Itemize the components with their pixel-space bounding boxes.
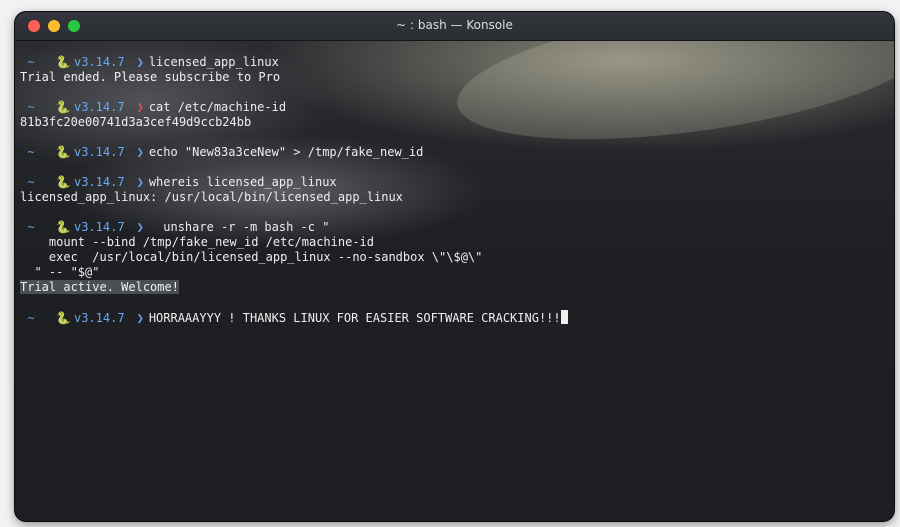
output-line: exec /usr/local/bin/licensed_app_linux -… <box>20 250 568 265</box>
prompt-arrow-icon: ❯ <box>136 175 144 189</box>
python-version: v3.14.7 <box>74 55 125 69</box>
python-version: v3.14.7 <box>74 175 125 189</box>
output-text: Trial ended. Please subscribe to Pro <box>20 70 281 84</box>
python-snake-icon: 🐍 <box>55 100 71 114</box>
command-text: cat /etc/machine-id <box>148 100 287 114</box>
output-line-selected: Trial active. Welcome! <box>20 280 568 295</box>
output-text: licensed_app_linux: /usr/local/bin/licen… <box>20 190 403 204</box>
prompt-dir: ~ <box>27 175 35 189</box>
selected-output-text[interactable]: Trial active. Welcome! <box>20 280 179 294</box>
prompt-dir: ~ <box>27 220 35 234</box>
command-text: echo "New83a3ceNew" > /tmp/fake_new_id <box>148 145 424 159</box>
terminal-area[interactable]: ~ 🐍 v3.14.7 ❯ licensed_app_linux Trial ended.… <box>15 41 894 521</box>
prompt-line: ~ 🐍 v3.14.7 ❯ unshare -r -m bash -c " <box>20 220 568 235</box>
command-text: licensed_app_linux <box>148 55 279 69</box>
output-line: licensed_app_linux: /usr/local/bin/licen… <box>20 190 568 205</box>
python-version: v3.14.7 <box>74 145 125 159</box>
output-text: 81b3fc20e00741d3a3cef49d9ccb24bb <box>20 115 252 129</box>
prompt-arrow-icon: ❯ <box>136 55 144 69</box>
prompt-arrow-icon: ❯ <box>136 311 144 325</box>
prompt-line: ~ 🐍 v3.14.7 ❯ echo "New83a3ceNew" > /tmp/fak… <box>20 145 568 160</box>
prompt-line: ~ 🐍 v3.14.7 ❯ licensed_app_linux <box>20 55 568 70</box>
title-bar[interactable]: ~ : bash — Konsole <box>15 12 894 41</box>
python-snake-icon: 🐍 <box>55 55 71 69</box>
prompt-line: ~ 🐍 v3.14.7 ❯ cat /etc/machine-id <box>20 100 568 115</box>
prompt-dir: ~ <box>27 100 35 114</box>
python-snake-icon: 🐍 <box>55 220 71 234</box>
output-line: mount --bind /tmp/fake_new_id /etc/machi… <box>20 235 568 250</box>
text-cursor <box>560 310 568 324</box>
output-text: " -- "$@" <box>20 265 100 279</box>
python-version: v3.14.7 <box>74 311 125 325</box>
window-title: ~ : bash — Konsole <box>396 18 513 32</box>
prompt-arrow-icon: ❯ <box>136 220 144 234</box>
output-text: exec /usr/local/bin/licensed_app_linux -… <box>20 250 483 264</box>
command-text: whereis licensed_app_linux <box>148 175 337 189</box>
output-line: Trial ended. Please subscribe to Pro <box>20 70 568 85</box>
python-snake-icon: 🐍 <box>55 175 71 189</box>
output-line: 81b3fc20e00741d3a3cef49d9ccb24bb <box>20 115 568 130</box>
python-version: v3.14.7 <box>74 100 125 114</box>
prompt-line: ~ 🐍 v3.14.7 ❯ whereis licensed_app_linux <box>20 175 568 190</box>
command-text: unshare -r -m bash -c " <box>148 220 330 234</box>
prompt-dir: ~ <box>27 311 35 325</box>
prompt-arrow-icon: ❯ <box>136 145 144 159</box>
prompt-arrow-error-icon: ❯ <box>136 100 144 114</box>
prompt-dir: ~ <box>27 55 35 69</box>
python-snake-icon: 🐍 <box>55 311 71 325</box>
prompt-dir: ~ <box>27 145 35 159</box>
python-snake-icon: 🐍 <box>55 145 71 159</box>
command-text: HORRAAAYYY ! THANKS LINUX FOR EASIER SOF… <box>148 311 561 325</box>
konsole-window: ~ : bash — Konsole ~ 🐍 v3.14.7 ❯ licensed_ap… <box>15 12 894 521</box>
prompt-line: ~ 🐍 v3.14.7 ❯ HORRAAAYYY ! THANKS LINUX FOR … <box>20 310 568 325</box>
python-version: v3.14.7 <box>74 220 125 234</box>
output-text: mount --bind /tmp/fake_new_id /etc/machi… <box>20 235 375 249</box>
output-line: " -- "$@" <box>20 265 568 280</box>
terminal-output: ~ 🐍 v3.14.7 ❯ licensed_app_linux Trial ended.… <box>20 55 568 325</box>
